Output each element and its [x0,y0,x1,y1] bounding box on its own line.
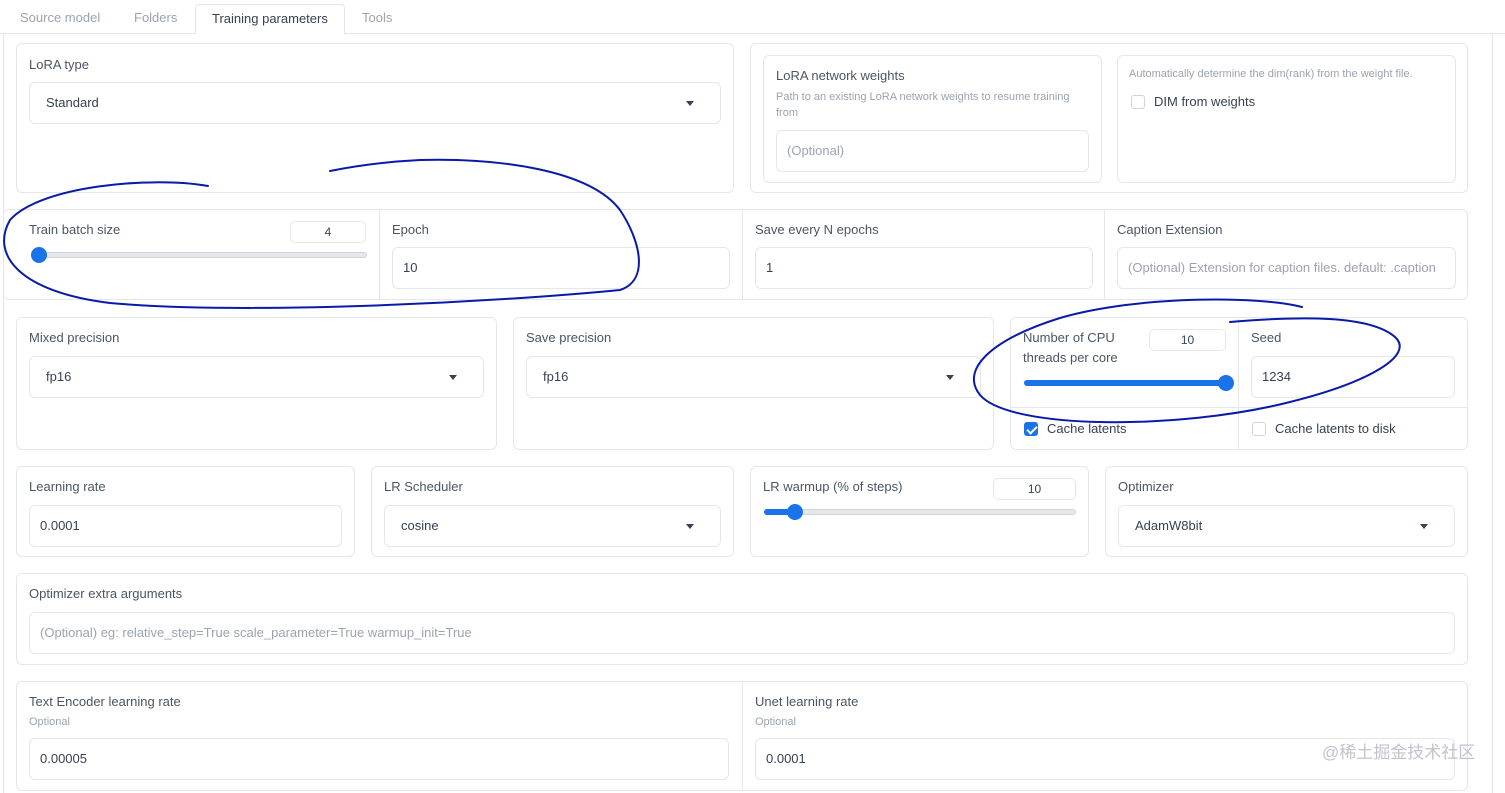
epoch-label: Epoch [392,222,429,237]
unet-lr-sub: Optional [755,716,796,728]
optimizer-args-input[interactable]: (Optional) eg: relative_step=True scale_… [29,612,1455,654]
optimizer-args-panel: Optimizer extra arguments (Optional) eg:… [16,573,1468,665]
lr-scheduler-value: cosine [401,518,439,533]
train-batch-size-slider-track[interactable] [31,252,367,258]
lr-warmup-panel: LR warmup (% of steps) 10 [750,466,1089,557]
dim-from-weights-checkbox[interactable] [1131,95,1145,109]
optimizer-value: AdamW8bit [1135,518,1203,533]
cpu-threads-number[interactable]: 10 [1149,329,1226,351]
lr-scheduler-label: LR Scheduler [384,479,463,494]
cpu-threads-slider-fill [1024,380,1226,386]
chevron-down-icon [686,524,694,529]
mixed-precision-dropdown[interactable]: fp16 [29,356,484,398]
text-encoder-lr-label: Text Encoder learning rate [29,694,181,709]
tab-folders[interactable]: Folders [118,4,193,32]
tab-bar: Source model Folders Training parameters… [0,0,1505,34]
cpu-threads-label-line2: threads per core [1023,350,1118,365]
lr-warmup-slider-handle[interactable] [787,504,803,520]
text-encoder-lr-sub: Optional [29,716,70,728]
divider [742,682,743,790]
divider [1238,318,1239,407]
cache-latents-checkbox[interactable] [1024,422,1038,436]
chevron-down-icon [946,375,954,380]
dim-from-weights-label: DIM from weights [1154,94,1256,109]
text-encoder-lr-input[interactable]: 0.00005 [29,738,729,780]
unet-lr-label: Unet learning rate [755,694,859,709]
divider [742,210,743,299]
mixed-precision-value: fp16 [46,369,72,384]
divider [1011,407,1467,408]
seed-label: Seed [1251,330,1282,345]
lora-type-panel: LoRA type Standard [16,43,734,193]
save-precision-panel: Save precision fp16 [513,317,994,450]
network-weights-group: LoRA network weights Path to an existing… [750,43,1468,193]
cpu-threads-slider-handle[interactable] [1218,375,1234,391]
network-weights-info: Path to an existing LoRA network weights… [776,91,1070,119]
save-precision-label: Save precision [526,330,612,345]
save-every-n-epochs-label: Save every N epochs [755,222,879,237]
cache-latents-to-disk-checkbox[interactable] [1252,422,1266,436]
lora-type-label: LoRA type [29,57,89,72]
optimizer-panel: Optimizer AdamW8bit [1105,466,1468,557]
lr-scheduler-dropdown[interactable]: cosine [384,505,721,547]
caption-extension-input[interactable]: (Optional) Extension for caption files. … [1117,247,1456,289]
epoch-input[interactable]: 10 [392,247,730,289]
train-batch-size-slider-handle[interactable] [31,247,47,263]
mixed-precision-label: Mixed precision [29,330,120,345]
dim-from-weights-panel: Automatically determine the dim(rank) fr… [1117,55,1456,183]
lora-type-dropdown[interactable]: Standard [29,82,721,124]
lr-warmup-label: LR warmup (% of steps) [763,479,903,494]
cpu-seed-panel: Number of CPU threads per core 10 Seed 1… [1010,317,1468,450]
save-precision-dropdown[interactable]: fp16 [526,356,981,398]
lr-scheduler-panel: LR Scheduler cosine [371,466,734,557]
cpu-threads-label-line1: Number of CPU [1023,330,1115,345]
batch-epoch-row: Train batch size 4 Epoch 10 Save every N… [3,209,1468,300]
chevron-down-icon [449,375,457,380]
divider [1104,210,1105,299]
tab-source-model[interactable]: Source model [4,4,116,32]
lora-type-value: Standard [46,95,99,110]
tab-training-parameters[interactable]: Training parameters [195,4,345,34]
network-weights-panel: LoRA network weights Path to an existing… [763,55,1102,183]
tab-tools[interactable]: Tools [346,4,408,32]
optimizer-dropdown[interactable]: AdamW8bit [1118,505,1455,547]
save-every-n-epochs-input[interactable]: 1 [755,247,1093,289]
divider [379,210,380,299]
save-precision-value: fp16 [543,369,569,384]
optimizer-label: Optimizer [1118,479,1174,494]
lr-split-panel: Text Encoder learning rate Optional 0.00… [16,681,1468,791]
cache-latents-to-disk-label: Cache latents to disk [1275,421,1396,436]
network-weights-input[interactable]: (Optional) [776,130,1089,172]
dim-from-weights-info: Automatically determine the dim(rank) fr… [1129,68,1413,80]
cache-latents-label: Cache latents [1047,421,1127,436]
learning-rate-panel: Learning rate 0.0001 [16,466,355,557]
mixed-precision-panel: Mixed precision fp16 [16,317,497,450]
chevron-down-icon [686,101,694,106]
network-weights-label: LoRA network weights [776,68,905,83]
lr-warmup-slider-track[interactable] [764,509,1076,515]
learning-rate-input[interactable]: 0.0001 [29,505,342,547]
watermark-text: @稀土掘金技术社区 [1322,743,1476,762]
learning-rate-label: Learning rate [29,479,106,494]
lr-warmup-number[interactable]: 10 [993,478,1076,500]
caption-extension-label: Caption Extension [1117,222,1223,237]
cpu-threads-label: Number of CPU threads per core [1023,328,1118,368]
seed-input[interactable]: 1234 [1251,356,1455,398]
optimizer-args-label: Optimizer extra arguments [29,586,183,601]
chevron-down-icon [1420,524,1428,529]
divider [1238,407,1239,449]
train-batch-size-label: Train batch size [29,222,121,237]
train-batch-size-number[interactable]: 4 [290,221,366,243]
